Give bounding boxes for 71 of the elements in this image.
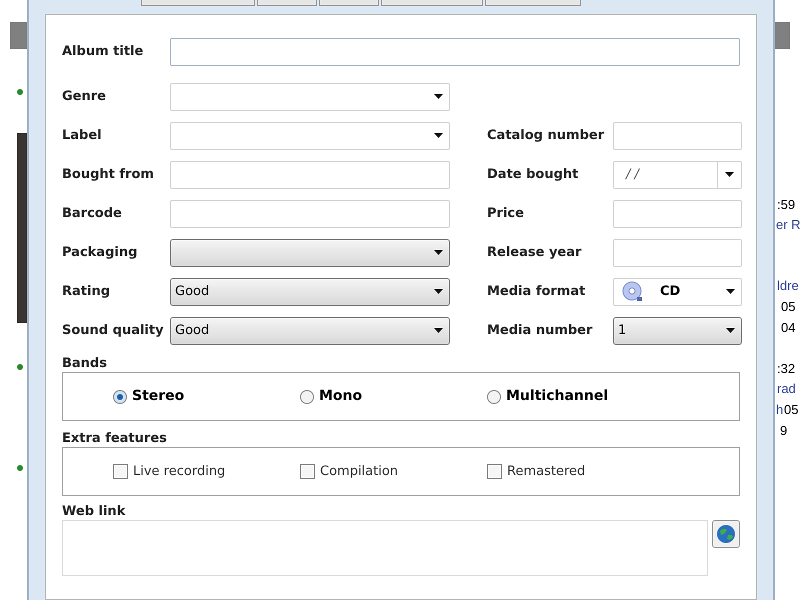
field-label: Price: [487, 204, 525, 223]
link-text[interactable]: er R: [776, 217, 800, 233]
field-label: Media number: [487, 322, 594, 340]
radio-button[interactable]: [113, 390, 127, 404]
field-label: Date bought: [487, 166, 580, 184]
field-label: Bought from: [62, 166, 155, 184]
caret-icon: [434, 289, 443, 294]
link-text[interactable]: ldre: [777, 278, 799, 294]
field-label: Release year: [487, 244, 582, 262]
caret-icon: [726, 328, 735, 333]
dropdown[interactable]: 1: [613, 316, 742, 344]
checkbox-option[interactable]: Live recording: [113, 462, 300, 482]
checkbox[interactable]: [300, 464, 315, 479]
caret-icon: [434, 328, 443, 333]
group-label: Bands: [62, 355, 108, 372]
background-text: :59: [777, 197, 796, 213]
combo-box[interactable]: [170, 82, 450, 110]
text-field[interactable]: [170, 200, 450, 228]
checkbox-option[interactable]: Compilation: [300, 462, 487, 482]
tab[interactable]: [319, 0, 379, 6]
text-field[interactable]: [613, 238, 742, 266]
field-label: Label: [62, 126, 103, 145]
field-label: Genre: [62, 88, 107, 106]
group-label: Extra features: [62, 430, 168, 447]
radio-button[interactable]: [300, 390, 314, 404]
text-field[interactable]: [170, 38, 740, 66]
dropdown[interactable]: Good: [170, 278, 450, 306]
radio-option[interactable]: Mono: [300, 386, 487, 407]
radio-option[interactable]: Multichannel: [487, 386, 674, 407]
background-text: 05: [784, 402, 798, 418]
background-text: :32: [777, 361, 796, 377]
tab[interactable]: [381, 0, 483, 6]
caret-icon: [434, 94, 443, 99]
caret-icon: [726, 289, 735, 294]
checkbox-option[interactable]: Remastered: [487, 462, 674, 482]
checkbox[interactable]: [487, 464, 502, 479]
dropdown[interactable]: [170, 238, 450, 266]
radio-button[interactable]: [487, 390, 501, 404]
group-label: Web link: [62, 503, 126, 520]
background-text: 9: [780, 423, 788, 439]
field-label: Barcode: [62, 204, 123, 223]
field-label: Packaging: [62, 244, 138, 262]
combo-box[interactable]: [170, 122, 450, 150]
tab[interactable]: [257, 0, 317, 6]
tab[interactable]: [485, 0, 581, 6]
link-text[interactable]: rad: [777, 381, 796, 397]
text-field[interactable]: [613, 122, 742, 150]
disc-icon: [622, 280, 644, 302]
dropdown[interactable]: Good: [170, 316, 450, 344]
caret-icon: [434, 133, 443, 138]
caret-icon: [434, 250, 443, 255]
field-label: Media format: [487, 282, 586, 301]
date-picker[interactable]: / /: [613, 160, 742, 188]
radio-option[interactable]: Stereo: [113, 386, 300, 407]
background-text: 05: [781, 299, 796, 315]
field-label: Album title: [62, 43, 144, 62]
tab[interactable]: [141, 0, 255, 6]
background-text: 04: [781, 320, 796, 336]
caret-icon: [725, 172, 734, 177]
field-label: Catalog number: [487, 126, 606, 145]
text-field[interactable]: [170, 160, 450, 188]
field-label: Rating: [62, 282, 112, 301]
media-format-dropdown[interactable]: CD: [613, 278, 742, 306]
text-field[interactable]: [613, 200, 742, 228]
field-label: Sound quality: [62, 322, 165, 340]
toolbar-edge: [10, 22, 28, 49]
checkbox[interactable]: [113, 464, 128, 479]
globe-icon: [716, 524, 736, 544]
globe-button[interactable]: [712, 520, 740, 548]
link-text[interactable]: h: [776, 402, 784, 418]
web-link-field[interactable]: [62, 520, 708, 576]
